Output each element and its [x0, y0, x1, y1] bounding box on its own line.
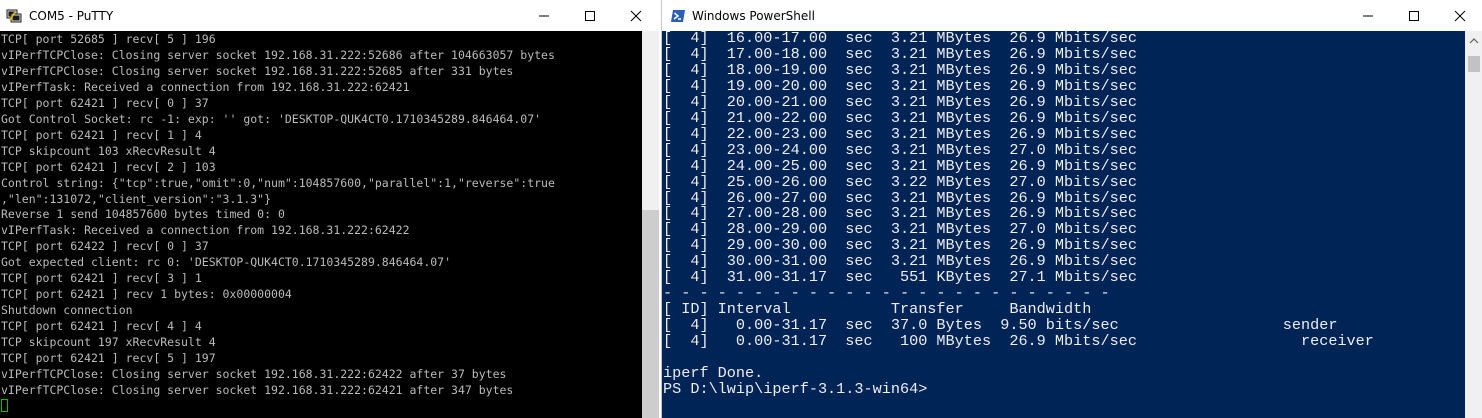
- putty-terminal[interactable]: TCP[ port 52685 ] recv[ 5 ] 196 vIPerfTC…: [0, 31, 642, 418]
- putty-terminal-line: vIPerfTCPClose: Closing server socket 19…: [1, 63, 514, 78]
- putty-terminal-line: Control string: {"tcp":true,"omit":0,"nu…: [1, 175, 555, 190]
- putty-terminal-line: Reverse 1 send 104857600 bytes timed 0: …: [1, 207, 285, 222]
- powershell-maximize-button[interactable]: [1391, 0, 1437, 31]
- putty-terminal-line: vIPerfTask: Received a connection from 1…: [1, 79, 410, 94]
- putty-terminal-line: vIPerfTCPClose: Closing server socket 19…: [1, 47, 555, 62]
- minimize-icon: [539, 15, 549, 17]
- putty-terminal-line: TCP[ port 62421 ] recv[ 0 ] 37: [1, 95, 209, 110]
- powershell-window[interactable]: Windows PowerShell [ 4] 16.00-17.00 sec …: [661, 0, 1482, 418]
- putty-terminal-line: Got Control Socket: rc -1: exp: '' got: …: [1, 111, 542, 126]
- putty-terminal-line: TCP[ port 62421 ] recv[ 1 ] 4: [1, 127, 202, 142]
- powershell-console-line: PS D:\lwip\iperf-3.1.3-win64>: [663, 379, 928, 398]
- putty-terminal-line: TCP skipcount 103 xRecvResult 4: [1, 143, 216, 158]
- close-icon: [630, 10, 642, 22]
- putty-terminal-line: vIPerfTCPClose: Closing server socket 19…: [1, 382, 514, 397]
- powershell-scrollbar[interactable]: [1465, 31, 1482, 418]
- putty-window-title: COM5 - PuTTY: [29, 9, 114, 23]
- putty-terminal-line: Got expected client: rc 0: 'DESKTOP-QUK4…: [1, 255, 452, 270]
- close-icon: [1454, 10, 1466, 22]
- powershell-close-button[interactable]: [1437, 0, 1482, 31]
- maximize-icon: [1409, 11, 1419, 21]
- putty-app-icon: [6, 8, 22, 24]
- powershell-console[interactable]: [ 4] 16.00-17.00 sec 3.21 MBytes 26.9 Mb…: [662, 31, 1465, 418]
- putty-terminal-line: TCP[ port 62422 ] recv[ 0 ] 37: [1, 239, 209, 254]
- putty-window[interactable]: COM5 - PuTTY TCP[ port 52685 ] recv[ 5 ]…: [0, 0, 659, 418]
- powershell-minimize-button[interactable]: [1345, 0, 1391, 31]
- putty-terminal-line: TCP[ port 62421 ] recv[ 2 ] 103: [1, 159, 216, 174]
- scroll-up-arrow-icon[interactable]: [1465, 33, 1482, 49]
- putty-terminal-line: vIPerfTCPClose: Closing server socket 19…: [1, 367, 507, 382]
- powershell-console-text: [ 4] 16.00-17.00 sec 3.21 MBytes 26.9 Mb…: [662, 31, 1465, 398]
- putty-terminal-text: TCP[ port 52685 ] recv[ 5 ] 196 vIPerfTC…: [0, 31, 642, 415]
- putty-close-button[interactable]: [613, 0, 659, 31]
- powershell-titlebar[interactable]: Windows PowerShell: [662, 0, 1482, 31]
- powershell-console-line: [ 4] 0.00-31.17 sec 100 MBytes 26.9 Mbit…: [663, 332, 1374, 351]
- powershell-scrollbar-thumb[interactable]: [1468, 56, 1480, 72]
- putty-terminal-line: TCP[ port 62421 ] recv 1 bytes: 0x000000…: [1, 287, 292, 302]
- putty-terminal-line: Shutdown connection: [1, 303, 133, 318]
- putty-terminal-line: TCP[ port 52685 ] recv[ 5 ] 196: [1, 32, 216, 46]
- putty-terminal-line: TCP[ port 62421 ] recv[ 3 ] 1: [1, 271, 202, 286]
- putty-terminal-line: vIPerfTask: Received a connection from 1…: [1, 223, 410, 238]
- putty-terminal-line: TCP[ port 62421 ] recv[ 4 ] 4: [1, 319, 202, 334]
- putty-scrollbar-thumb[interactable]: [642, 210, 659, 418]
- putty-maximize-button[interactable]: [567, 0, 613, 31]
- putty-titlebar[interactable]: COM5 - PuTTY: [0, 0, 659, 31]
- maximize-icon: [585, 11, 595, 21]
- putty-terminal-line: TCP[ port 62421 ] recv[ 5 ] 197: [1, 351, 216, 366]
- terminal-cursor: [1, 398, 8, 412]
- powershell-window-title: Windows PowerShell: [692, 9, 815, 23]
- putty-terminal-line: ,"len":131072,"client_version":"3.1.3"}: [1, 191, 272, 206]
- powershell-app-icon: [670, 8, 686, 24]
- putty-minimize-button[interactable]: [521, 0, 567, 31]
- putty-terminal-line: TCP skipcount 197 xRecvResult 4: [1, 335, 216, 350]
- minimize-icon: [1363, 15, 1373, 17]
